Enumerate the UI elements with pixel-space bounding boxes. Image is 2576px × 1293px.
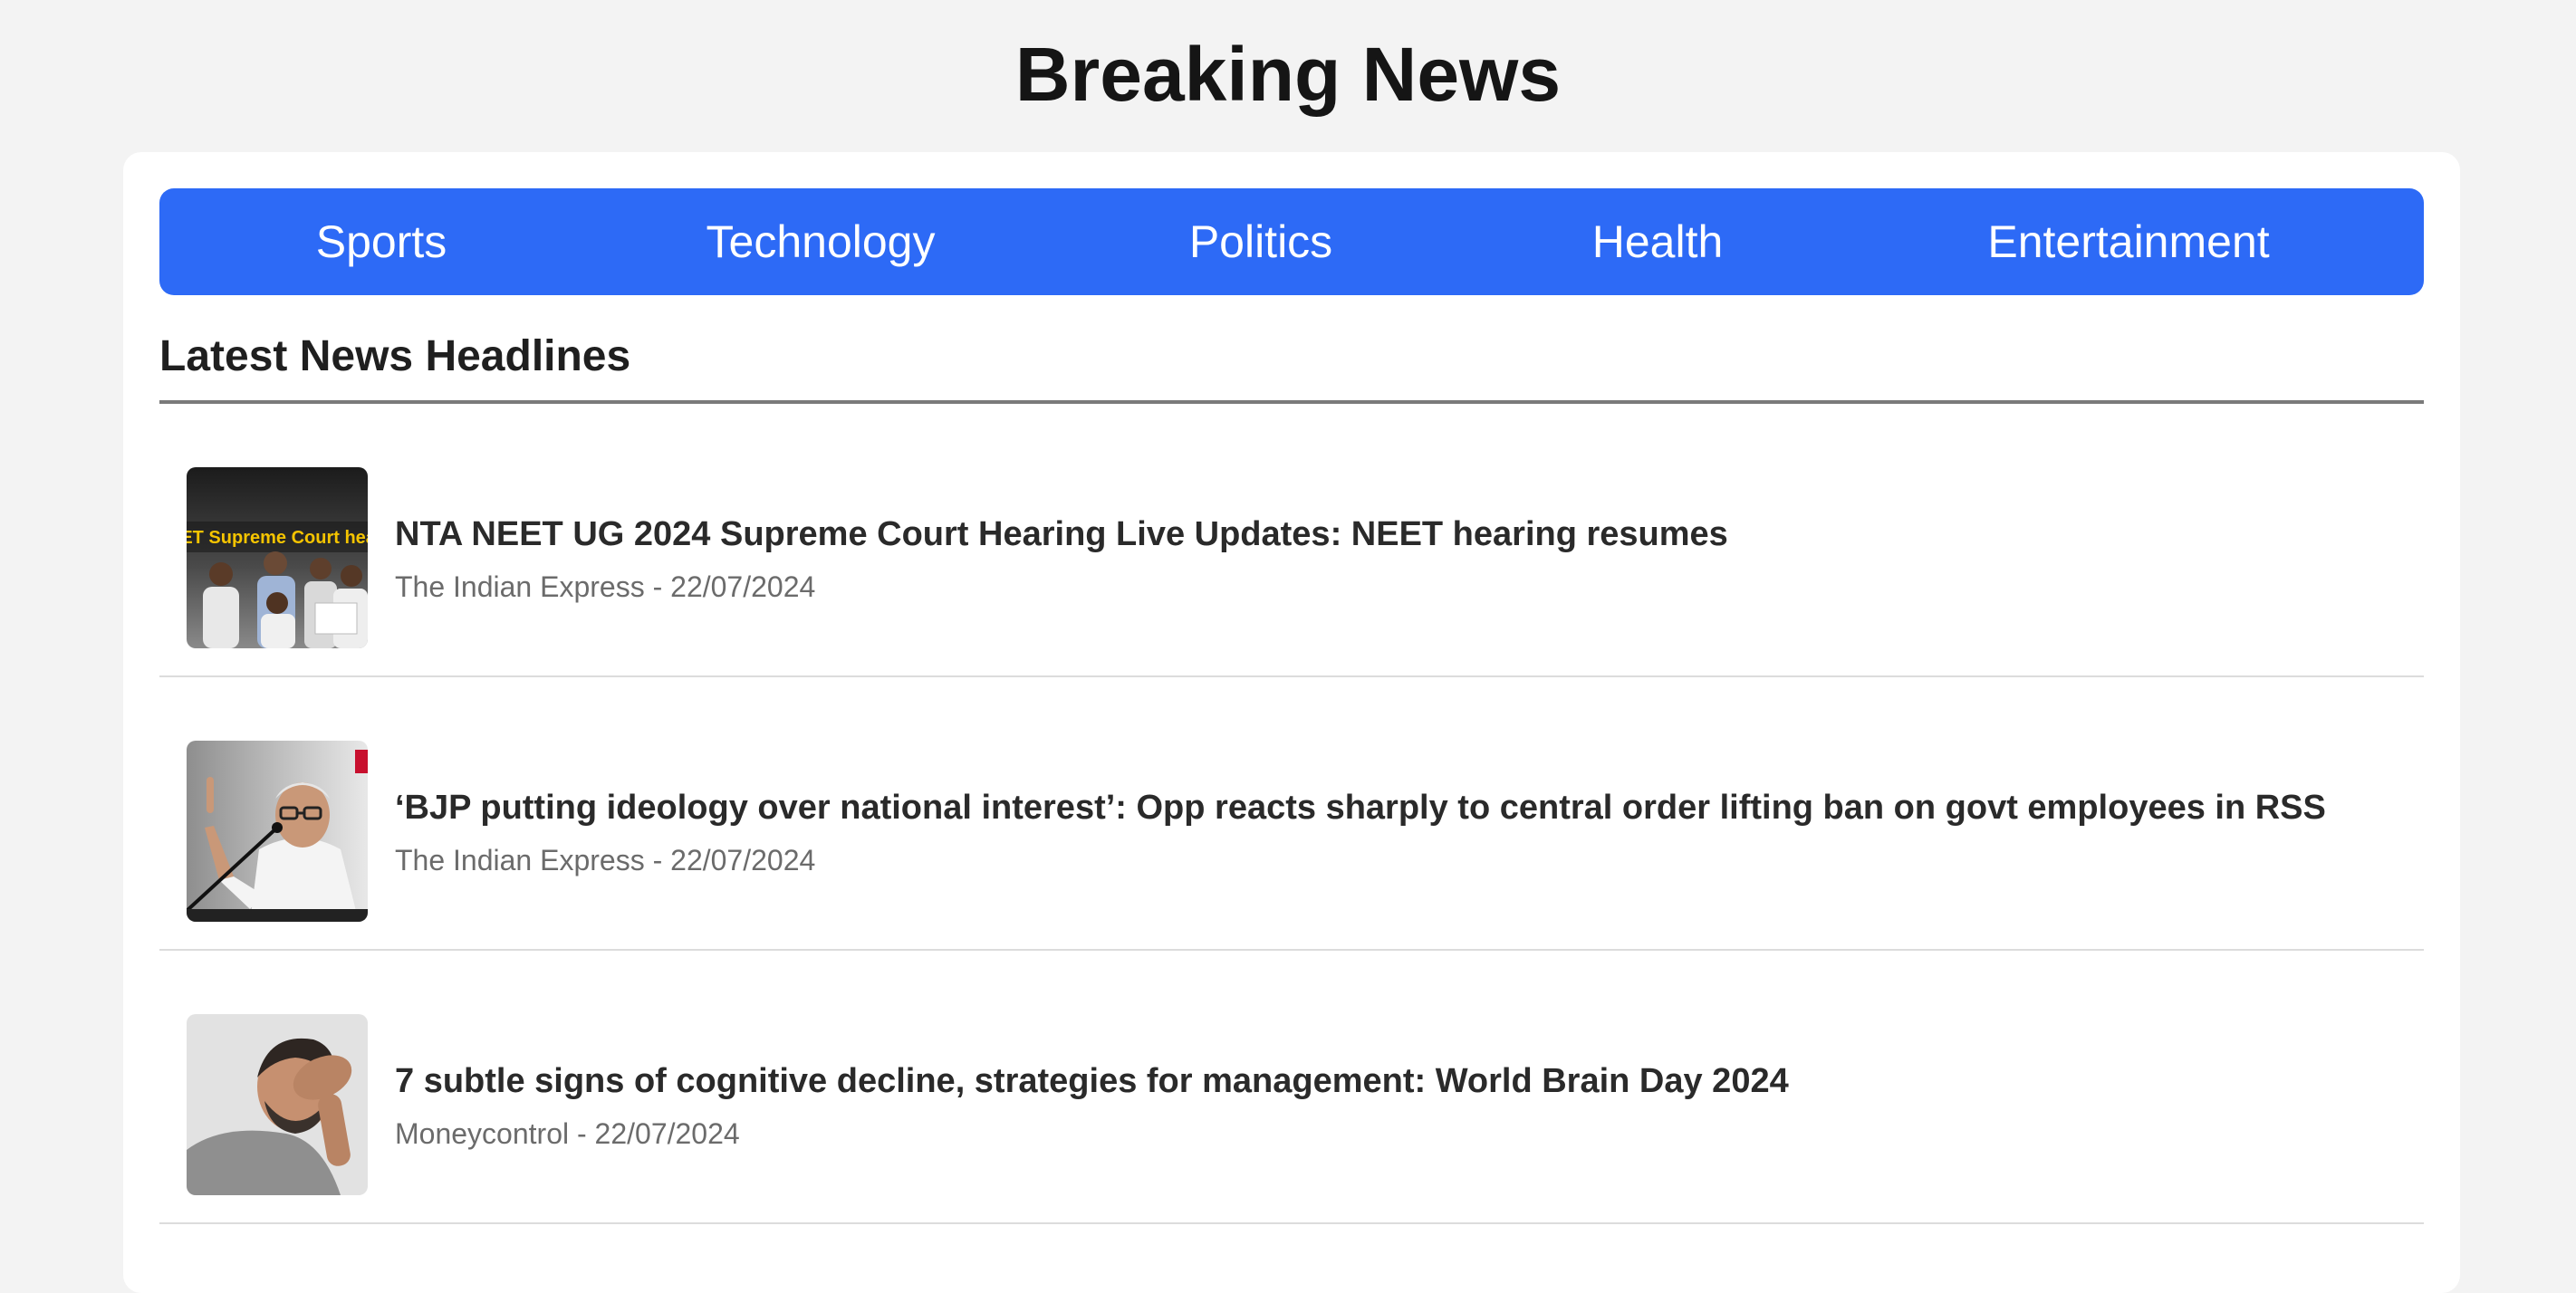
news-meta: Moneycontrol - 22/07/2024 [395, 1116, 740, 1152]
news-meta: The Indian Express - 22/07/2024 [395, 842, 815, 878]
news-date: 22/07/2024 [594, 1117, 740, 1150]
nav-item-entertainment[interactable]: Entertainment [1987, 188, 2269, 295]
news-date: 22/07/2024 [670, 570, 816, 603]
category-nav: Sports Technology Politics Health Entert… [159, 188, 2424, 295]
meta-separator: - [644, 570, 671, 603]
meta-separator: - [569, 1117, 595, 1150]
nav-item-health[interactable]: Health [1592, 188, 1724, 295]
news-source: The Indian Express [395, 844, 645, 876]
news-meta: The Indian Express - 22/07/2024 [395, 569, 815, 605]
news-item[interactable]: 7 subtle signs of cognitive decline, str… [159, 951, 2424, 1224]
news-item[interactable]: NEET Supreme Court hearin NTA NEET UG 20… [159, 404, 2424, 677]
speaker-photo-icon [187, 741, 368, 922]
protest-photo-icon: NEET Supreme Court hearin [187, 467, 368, 648]
thumbnail-caption: NEET Supreme Court hearin [187, 528, 368, 548]
news-headline[interactable]: ‘BJP putting ideology over national inte… [395, 786, 2326, 829]
nav-item-sports[interactable]: Sports [316, 188, 447, 295]
news-source: Moneycontrol [395, 1117, 570, 1150]
news-thumbnail[interactable] [187, 741, 368, 922]
news-card: Sports Technology Politics Health Entert… [123, 152, 2460, 1293]
news-item[interactable]: ‘BJP putting ideology over national inte… [159, 677, 2424, 951]
meta-separator: - [644, 844, 671, 876]
nav-item-technology[interactable]: Technology [706, 188, 936, 295]
page-title: Breaking News [1014, 32, 1562, 117]
news-source: The Indian Express [395, 570, 645, 603]
nav-item-politics[interactable]: Politics [1189, 188, 1332, 295]
news-thumbnail[interactable]: NEET Supreme Court hearin [187, 467, 368, 648]
news-headline[interactable]: 7 subtle signs of cognitive decline, str… [395, 1059, 1789, 1103]
news-headline[interactable]: NTA NEET UG 2024 Supreme Court Hearing L… [395, 512, 1728, 556]
news-date: 22/07/2024 [670, 844, 816, 876]
section-heading: Latest News Headlines [159, 332, 631, 380]
news-thumbnail[interactable] [187, 1014, 368, 1195]
headache-photo-icon [187, 1014, 368, 1195]
